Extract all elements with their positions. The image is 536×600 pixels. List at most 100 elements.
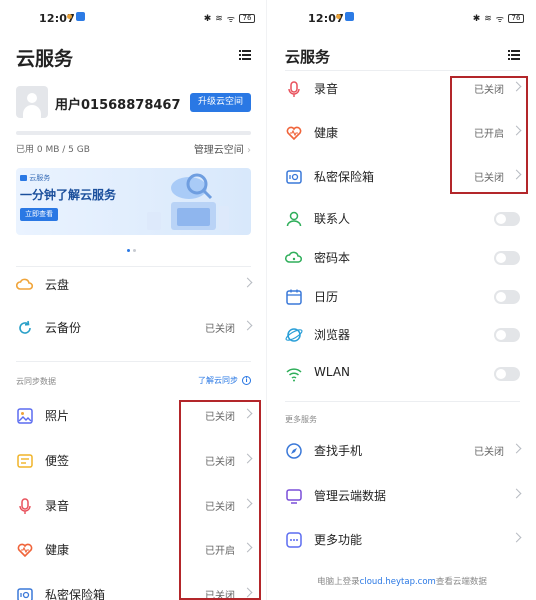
sync-item-label: 录音 xyxy=(314,82,339,96)
chevron-right-icon xyxy=(511,532,522,543)
screen-separator xyxy=(266,0,267,600)
sync-toggle-label: 浏览器 xyxy=(314,328,351,342)
banner-pager xyxy=(127,249,136,252)
mic-icon xyxy=(19,498,31,514)
notification-icons xyxy=(67,12,85,21)
divider xyxy=(16,361,251,362)
battery-icon: 76 xyxy=(508,14,524,23)
storage-used-text: 已用 0 MB / 5 GB xyxy=(16,145,90,155)
footer-note: 电脑上登录cloud.heytap.com查看云端数据 xyxy=(317,577,487,587)
backup-icon xyxy=(19,320,31,334)
banner-brand: 云服务 xyxy=(20,173,50,183)
find-phone-label: 查找手机 xyxy=(314,444,363,458)
divider xyxy=(285,70,520,71)
sync-toggle-contacts[interactable]: 联系人 xyxy=(285,206,524,232)
sync-switch[interactable] xyxy=(494,251,520,265)
sync-toggle-browser[interactable]: 浏览器 xyxy=(285,322,524,348)
signal-icon: ᯤ xyxy=(495,15,504,25)
sync-toggle-label: 日历 xyxy=(314,290,339,304)
sync-item-label: 健康 xyxy=(314,126,339,140)
sync-switch[interactable] xyxy=(494,328,520,342)
safe-icon xyxy=(286,170,302,184)
calendar-icon xyxy=(286,289,302,305)
bluetooth-icon: ✱ xyxy=(472,13,481,24)
sync-toggle-label: 联系人 xyxy=(314,212,351,226)
manage-cloud-data-label: 管理云端数据 xyxy=(314,489,387,503)
storage-progress-bar xyxy=(16,131,251,135)
page-title: 云服务 xyxy=(16,48,74,70)
banner-title: 一分钟了解云服务 xyxy=(20,188,117,202)
status-bar: 12:07 ✱ ≋ ᯤ 76 xyxy=(272,0,532,38)
more-features-row[interactable]: 更多功能 xyxy=(285,527,524,553)
monitor-icon xyxy=(286,489,302,504)
sync-toggle-calendar[interactable]: 日历 xyxy=(285,284,524,310)
sync-toggle-passwords[interactable]: 密码本 xyxy=(285,245,524,271)
key-icon xyxy=(285,251,302,263)
menu-list-icon[interactable] xyxy=(508,50,520,61)
divider xyxy=(16,266,251,267)
find-phone-status: 已关闭 xyxy=(474,447,504,458)
wifi-icon xyxy=(286,368,302,382)
bluetooth-icon: ✱ xyxy=(203,13,212,24)
sync-item-label: 私密保险箱 xyxy=(45,588,106,600)
photo-icon xyxy=(17,408,33,424)
cloud-backup-row[interactable]: 云备份 已关闭 xyxy=(16,315,255,341)
cloud-backup-label: 云备份 xyxy=(45,321,82,335)
cloud-disk-row[interactable]: 云盘 xyxy=(16,272,255,298)
sync-item-label: 私密保险箱 xyxy=(314,170,375,184)
heart-icon xyxy=(17,543,33,558)
signal-icon: ᯤ xyxy=(226,15,235,25)
sync-toggle-wlan[interactable]: WLAN xyxy=(285,361,524,387)
info-icon: i xyxy=(242,376,251,385)
sync-item-label: 健康 xyxy=(45,543,70,557)
sync-item-label: 照片 xyxy=(45,409,70,423)
cloud-website-link[interactable]: cloud.heytap.com xyxy=(360,577,436,587)
heart-icon xyxy=(286,126,302,141)
phone-screen-left: 12:07 ✱ ≋ ᯤ 76 云服务 用户01568878467 升级云空间 已… xyxy=(3,0,263,600)
safe-icon xyxy=(17,588,33,600)
menu-list-icon[interactable] xyxy=(239,50,251,61)
status-right-icons: ✱ ≋ ᯤ 76 xyxy=(204,12,255,25)
manage-cloud-data-row[interactable]: 管理云端数据 xyxy=(285,483,524,509)
phone-screen-right: 12:07 ✱ ≋ ᯤ 76 云服务 录音 已关闭 健康 已开启 私密保险箱 已… xyxy=(272,0,532,600)
sync-switch[interactable] xyxy=(494,212,520,226)
browser-icon xyxy=(285,328,303,342)
contact-icon xyxy=(286,211,302,227)
wifi-status-icon: ≋ xyxy=(215,13,223,24)
compass-icon xyxy=(286,443,302,459)
battery-icon: 76 xyxy=(239,14,255,23)
cloud-disk-label: 云盘 xyxy=(45,278,70,292)
sync-switch[interactable] xyxy=(494,290,520,304)
sync-switch[interactable] xyxy=(494,367,520,381)
sync-section-title: 云同步数据 xyxy=(16,377,56,386)
upgrade-storage-button[interactable]: 升级云空间 xyxy=(189,93,251,112)
highlight-box xyxy=(450,76,528,194)
cloud-backup-status: 已关闭 xyxy=(205,324,235,335)
sync-item-label: 便签 xyxy=(45,454,70,468)
chevron-right-icon xyxy=(511,443,522,454)
more-services-title: 更多服务 xyxy=(285,415,317,424)
sync-toggle-label: WLAN xyxy=(314,365,351,379)
learn-sync-link[interactable]: 了解云同步 i xyxy=(198,375,251,386)
manage-storage-link[interactable]: 管理云空间 › xyxy=(194,141,251,156)
chevron-right-icon xyxy=(511,488,522,499)
find-phone-row[interactable]: 查找手机 已关闭 xyxy=(285,438,524,464)
banner-view-button[interactable]: 立即查看 xyxy=(20,208,58,221)
more-icon xyxy=(286,532,302,548)
username: 用户01568878467 xyxy=(55,98,181,113)
banner-illustration xyxy=(147,173,229,230)
status-bar: 12:07 ✱ ≋ ᯤ 76 xyxy=(3,0,263,38)
cloud-icon xyxy=(16,278,34,290)
highlight-box xyxy=(179,400,261,600)
notification-icons xyxy=(336,12,354,21)
wifi-status-icon: ≋ xyxy=(484,13,492,24)
mic-icon xyxy=(288,81,300,97)
page-title: 云服务 xyxy=(285,48,331,66)
note-icon xyxy=(17,454,33,468)
avatar[interactable] xyxy=(16,86,48,118)
promo-banner[interactable]: 云服务 一分钟了解云服务 立即查看 xyxy=(16,168,251,235)
more-features-label: 更多功能 xyxy=(314,533,363,547)
chevron-right-icon xyxy=(242,277,253,288)
divider xyxy=(285,401,520,402)
chevron-right-icon xyxy=(242,320,253,331)
